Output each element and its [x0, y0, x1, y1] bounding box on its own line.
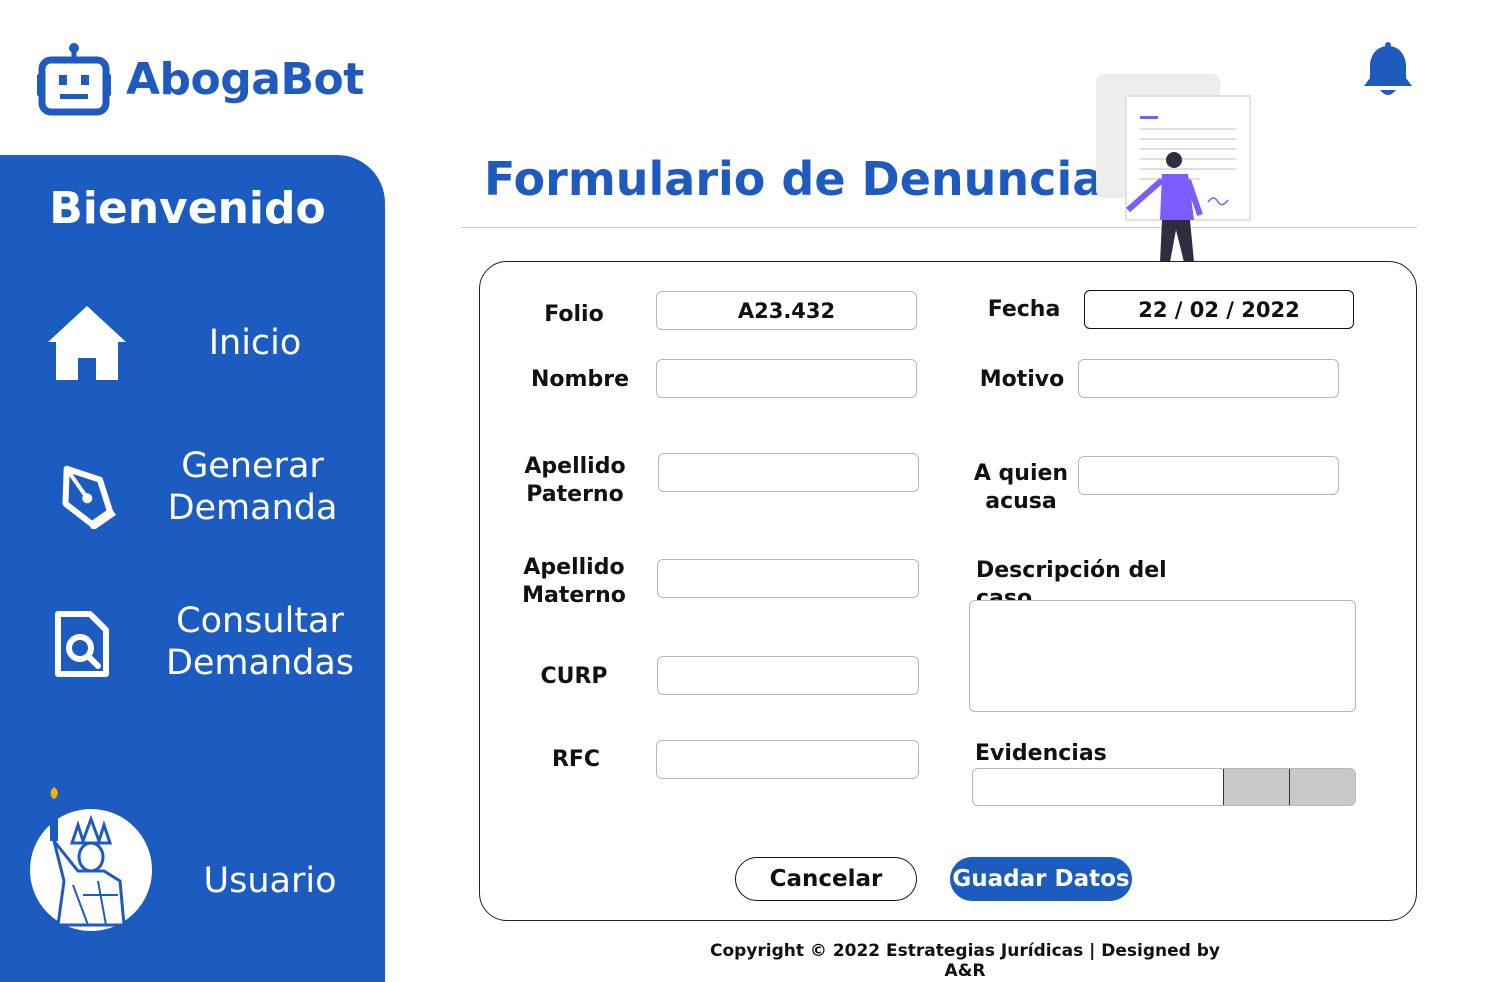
- sidebar-item-label: Inicio: [208, 323, 302, 363]
- apellido-materno-field[interactable]: [657, 559, 919, 598]
- descripcion-textarea[interactable]: [969, 600, 1356, 712]
- sidebar-item-label: Consultar Demandas: [165, 601, 355, 683]
- file-upload-button[interactable]: [1289, 769, 1355, 805]
- rfc-field[interactable]: [656, 740, 919, 779]
- person-with-document-illustration: [1090, 70, 1260, 265]
- notification-bell-icon[interactable]: [1360, 42, 1416, 100]
- app-logo[interactable]: AbogaBot: [34, 42, 364, 116]
- sidebar-item-usuario[interactable]: Usuario: [0, 785, 385, 935]
- nombre-field[interactable]: [656, 359, 917, 398]
- apellido-materno-label: Apellido Materno: [522, 555, 626, 608]
- robot-logo-icon: [34, 42, 114, 116]
- sidebar-item-label: Generar Demanda: [167, 446, 338, 528]
- nombre-label: Nombre: [531, 367, 629, 392]
- curp-label: CURP: [540, 664, 608, 689]
- motivo-label: Motivo: [979, 367, 1065, 392]
- page-title: Formulario de Denuncia: [484, 152, 1104, 206]
- folio-label: Folio: [544, 302, 604, 327]
- footer-copyright: Copyright © 2022 Estrategias Jurídicas |…: [709, 941, 1221, 981]
- sidebar-item-inicio[interactable]: Inicio: [0, 300, 385, 390]
- app-name: AbogaBot: [126, 53, 364, 105]
- home-icon: [46, 304, 128, 386]
- sidebar-item-label: Usuario: [203, 861, 337, 901]
- sidebar: Bienvenido Inicio Generar Demanda Consul…: [0, 155, 385, 982]
- motivo-field[interactable]: [1078, 359, 1339, 398]
- curp-field[interactable]: [657, 656, 919, 695]
- apellido-paterno-field[interactable]: [658, 453, 919, 492]
- welcome-heading: Bienvenido: [49, 183, 326, 234]
- evidencias-label: Evidencias: [975, 741, 1107, 766]
- apellido-paterno-label: Apellido Paterno: [524, 454, 626, 507]
- a-quien-acusa-label: A quien acusa: [973, 461, 1069, 514]
- cancel-button[interactable]: Cancelar: [735, 857, 917, 901]
- pen-nib-icon: [46, 461, 124, 533]
- user-avatar: [28, 785, 154, 937]
- save-button[interactable]: Guadar Datos: [950, 857, 1132, 901]
- sidebar-item-generar-demanda[interactable]: Generar Demanda: [0, 445, 385, 535]
- title-divider: [461, 227, 1417, 228]
- sidebar-item-consultar-demandas[interactable]: Consultar Demandas: [0, 600, 385, 690]
- fecha-label: Fecha: [987, 297, 1061, 322]
- fecha-field[interactable]: [1084, 290, 1354, 329]
- document-search-icon: [52, 610, 112, 684]
- rfc-label: RFC: [551, 747, 601, 772]
- a-quien-acusa-field[interactable]: [1078, 456, 1339, 495]
- evidencias-file-input[interactable]: [972, 768, 1356, 806]
- file-browse-button[interactable]: [1223, 769, 1290, 805]
- folio-field[interactable]: [656, 291, 917, 330]
